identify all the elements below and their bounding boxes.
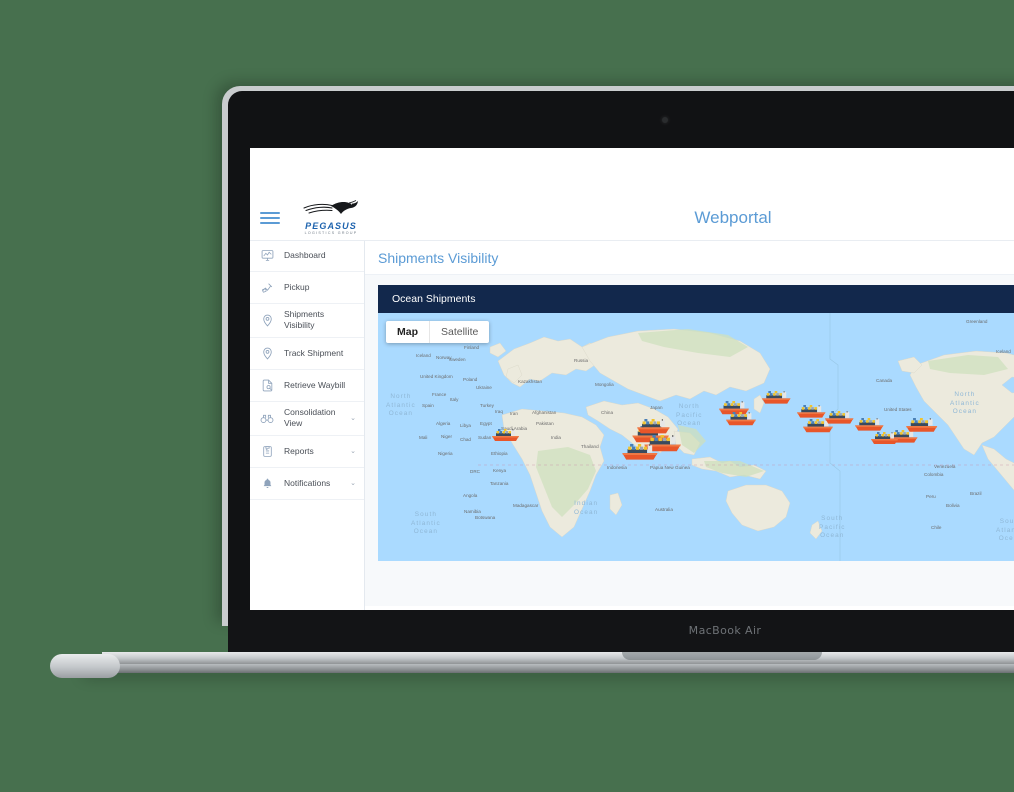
document-search-icon [258, 379, 276, 392]
sidebar-item-shipments-visibility[interactable]: Shipments Visibility [250, 304, 364, 338]
bell-icon [258, 477, 276, 490]
laptop-screen: PEGASUS LOGISTICS GROUP Webportal STORE … [250, 148, 1014, 610]
page-title: Shipments Visibility [364, 240, 1014, 275]
chevron-down-icon[interactable]: ⌄ [348, 414, 358, 422]
sidebar-item-reports[interactable]: Reports ⌄ [250, 436, 364, 468]
device-model-label: MacBook Air [688, 624, 762, 637]
panel-heading: Ocean Shipments [392, 293, 476, 305]
sidebar-item-retrieve-waybill[interactable]: Retrieve Waybill [250, 370, 364, 402]
ocean-shipments-panel: Ocean Shipments Map View [364, 275, 1014, 606]
map-type-satellite-button[interactable]: Satellite [430, 321, 489, 343]
macbook-air-device: PEGASUS LOGISTICS GROUP Webportal STORE … [50, 86, 1014, 678]
sidebar-item-dashboard[interactable]: Dashboard [250, 240, 364, 272]
sidebar-item-label: Track Shipment [284, 347, 344, 358]
sidebar-item-label: Pickup [284, 281, 310, 292]
sidebar-item-consolidation-view[interactable]: Consolidation View ⌄ [250, 402, 364, 436]
laptop-base-notch [622, 652, 822, 660]
map-type-controls[interactable]: Map Satellite [386, 321, 490, 343]
app-topbar: PEGASUS LOGISTICS GROUP Webportal STORE … [250, 196, 1014, 241]
hamburger-menu-icon[interactable] [260, 212, 280, 224]
chevron-down-icon[interactable]: ⌄ [348, 479, 358, 487]
sidebar-item-track-shipment[interactable]: Track Shipment [250, 338, 364, 370]
sidebar-item-label: Reports [284, 445, 314, 456]
panel-header: Ocean Shipments Map View [378, 285, 1014, 313]
brand-tagline: LOGISTICS GROUP [304, 231, 358, 236]
sidebar-item-label: Shipments Visibility [284, 309, 325, 331]
sidebar-nav: Dashboard Pickup Shipments Visibility Tr… [250, 240, 365, 610]
report-clipboard-icon [258, 445, 276, 458]
pegasus-logo-icon [300, 200, 362, 222]
webportal-app: PEGASUS LOGISTICS GROUP Webportal STORE … [250, 148, 1014, 610]
pickup-truck-icon [258, 281, 276, 294]
sidebar-item-notifications[interactable]: Notifications ⌄ [250, 468, 364, 500]
screenshot-stage: PEGASUS LOGISTICS GROUP Webportal STORE … [0, 0, 1014, 792]
laptop-hinge-foot [50, 654, 120, 678]
location-pin-icon [258, 347, 276, 360]
world-shipment-map[interactable]: Map Satellite Greenland Iceland Iceland Fin… [378, 313, 1014, 561]
sidebar-item-label: Notifications [284, 477, 331, 488]
sidebar-item-pickup[interactable]: Pickup [250, 272, 364, 304]
brand-logo[interactable]: PEGASUS LOGISTICS GROUP [294, 200, 368, 236]
webcam-icon [662, 117, 668, 123]
laptop-base-lip [82, 664, 1014, 673]
location-pin-icon [258, 314, 276, 327]
brand-name: PEGASUS [305, 221, 357, 232]
laptop-chin: MacBook Air [228, 610, 1014, 652]
sidebar-item-label: Dashboard [284, 249, 326, 260]
sidebar-item-label: Consolidation View [284, 406, 336, 429]
sidebar-item-label: Retrieve Waybill [284, 379, 346, 390]
map-type-map-button[interactable]: Map [386, 321, 430, 343]
main-content: Shipments Visibility Ocean Shipments Map… [364, 240, 1014, 610]
map-base-layer [478, 313, 1014, 561]
chevron-down-icon[interactable]: ⌄ [348, 447, 358, 455]
dashboard-monitor-icon [258, 249, 276, 262]
binoculars-icon [258, 412, 276, 425]
